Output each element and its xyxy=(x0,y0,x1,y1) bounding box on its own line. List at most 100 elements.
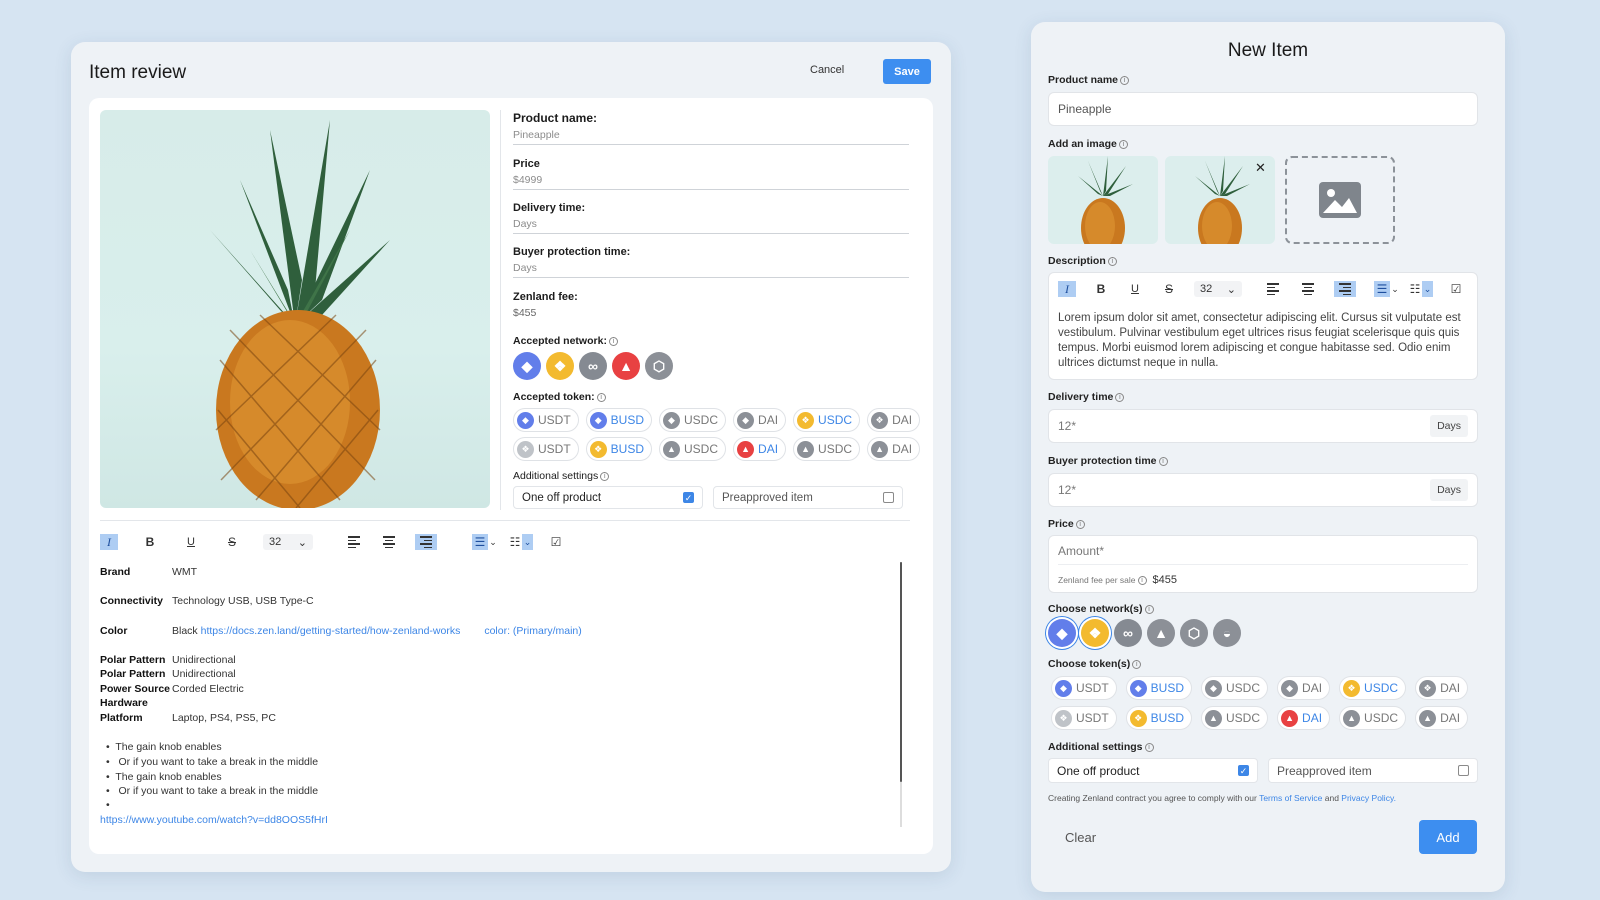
token-chip-usdc[interactable]: ◆ USDC xyxy=(659,408,727,432)
delivery-time-value: Days xyxy=(513,218,909,234)
ordered-list-icon[interactable]: ☰ xyxy=(1374,281,1390,297)
token-chip-dai[interactable]: ▲ DAI xyxy=(733,437,787,461)
token-chip-busd[interactable]: ❖ BUSD xyxy=(1125,706,1193,730)
token-chip-usdc[interactable]: ❖ USDC xyxy=(1339,676,1407,700)
token-chip-usdc[interactable]: ▲ USDC xyxy=(1201,706,1269,730)
info-icon: i xyxy=(1132,660,1142,669)
chevron-down-icon[interactable]: ⌄ xyxy=(488,534,498,550)
token-chip-usdc[interactable]: ▲ USDC xyxy=(1339,706,1407,730)
editor-toolbar: I B U S 32 ⌄ ☰ ⌄ ☷ ⌄ ☑ xyxy=(1058,281,1465,297)
avalanche-icon[interactable]: ▲ xyxy=(1147,619,1175,647)
token-chip-busd[interactable]: ❖ BUSD xyxy=(585,437,653,461)
checkbox-checked[interactable]: ✓ xyxy=(1238,765,1249,776)
token-chip-usdc[interactable]: ▲ USDC xyxy=(793,437,861,461)
token-chip-usdc[interactable]: ◆ USDC xyxy=(1201,676,1269,700)
terms-of-service-link[interactable]: Terms of Service xyxy=(1259,793,1322,803)
add-image-dropzone[interactable] xyxy=(1285,156,1395,244)
token-chip-usdt[interactable]: ❖ USDT xyxy=(1051,706,1117,730)
token-chip-usdt[interactable]: ◆ USDT xyxy=(1051,676,1117,700)
token-chip-usdc[interactable]: ❖ USDC xyxy=(793,408,861,432)
image-thumbnail[interactable] xyxy=(1048,156,1158,244)
scrollbar-thumb[interactable] xyxy=(900,562,902,782)
polygon-icon[interactable]: ∞ xyxy=(579,352,607,380)
buyer-protection-input[interactable]: 12* Days xyxy=(1048,473,1478,507)
token-label: USDC xyxy=(684,413,719,427)
bnb-icon: ❖ xyxy=(517,440,534,458)
save-button[interactable]: Save xyxy=(883,59,931,84)
checkbox-unchecked[interactable] xyxy=(883,492,894,503)
preapproved-item-option[interactable]: Preapproved item xyxy=(1268,758,1478,783)
token-chip-dai[interactable]: ▲ DAI xyxy=(1277,706,1331,730)
token-chip-dai[interactable]: ◆ DAI xyxy=(1277,676,1331,700)
close-icon[interactable]: ✕ xyxy=(1255,160,1266,176)
delivery-time-input[interactable]: 12* Days xyxy=(1048,409,1478,443)
font-size-select[interactable]: 32 ⌄ xyxy=(1194,281,1242,297)
docs-link[interactable]: https://docs.zen.land/getting-started/ho… xyxy=(201,625,461,637)
checklist-icon[interactable]: ☑ xyxy=(1447,281,1465,297)
checkbox-checked[interactable]: ✓ xyxy=(683,492,694,503)
color-note-link[interactable]: color: (Primary/main) xyxy=(484,625,581,637)
align-right-icon[interactable] xyxy=(1334,281,1356,297)
chevron-down-icon[interactable]: ⌄ xyxy=(522,534,533,550)
delivery-time-label: Delivery time: xyxy=(513,202,586,214)
checklist-icon[interactable]: ☑ xyxy=(547,534,565,550)
delivery-time-field: Delivery time: Days xyxy=(513,202,909,234)
token-chip-dai[interactable]: ▲ DAI xyxy=(867,437,921,461)
product-name-input[interactable]: Pineapple xyxy=(1048,92,1478,126)
underline-button[interactable]: U xyxy=(1126,281,1144,297)
wallet-icon[interactable]: ◒ xyxy=(1213,619,1241,647)
token-chip-busd[interactable]: ◆ BUSD xyxy=(585,408,653,432)
token-chip-usdc[interactable]: ▲ USDC xyxy=(659,437,727,461)
token-chip-dai[interactable]: ❖ DAI xyxy=(1415,676,1469,700)
token-chip-usdt[interactable]: ❖ USDT xyxy=(513,437,579,461)
bnb-icon[interactable]: ❖ xyxy=(1081,619,1109,647)
add-button[interactable]: Add xyxy=(1419,820,1477,854)
bullet-list-icon[interactable]: ☷ xyxy=(1408,281,1422,297)
fee-label: Zenland fee per sale xyxy=(1058,575,1136,585)
ordered-list-icon[interactable]: ☰ xyxy=(472,534,488,550)
chevron-down-icon[interactable]: ⌄ xyxy=(1422,281,1433,297)
fantom-icon[interactable]: ⬡ xyxy=(1180,619,1208,647)
polygon-icon[interactable]: ∞ xyxy=(1114,619,1142,647)
token-label: BUSD xyxy=(610,413,645,427)
token-chip-dai[interactable]: ❖ DAI xyxy=(867,408,921,432)
chevron-down-icon[interactable]: ⌄ xyxy=(1390,281,1400,297)
checkbox-unchecked[interactable] xyxy=(1458,765,1469,776)
clear-button[interactable]: Clear xyxy=(1065,830,1096,845)
token-chip-dai[interactable]: ▲ DAI xyxy=(1415,706,1469,730)
strikethrough-button[interactable]: S xyxy=(223,534,241,550)
preapproved-item-option[interactable]: Preapproved item xyxy=(713,486,903,509)
align-left-icon[interactable] xyxy=(345,534,363,550)
description-text: Lorem ipsum dolor sit amet, consectetur … xyxy=(1058,312,1461,369)
bnb-icon[interactable]: ❖ xyxy=(546,352,574,380)
token-label: USDC xyxy=(1226,711,1261,725)
token-chip-usdt[interactable]: ◆ USDT xyxy=(513,408,579,432)
align-center-icon[interactable] xyxy=(1299,281,1317,297)
privacy-policy-link[interactable]: Privacy Policy. xyxy=(1341,793,1396,803)
ethereum-icon[interactable]: ◆ xyxy=(513,352,541,380)
youtube-link[interactable]: https://www.youtube.com/watch?v=dd8OOS5f… xyxy=(100,814,328,826)
underline-button[interactable]: U xyxy=(182,534,200,550)
bullet-list-icon[interactable]: ☷ xyxy=(508,534,522,550)
token-chip-busd[interactable]: ◆ BUSD xyxy=(1125,676,1193,700)
token-chip-dai[interactable]: ◆ DAI xyxy=(733,408,787,432)
bold-button[interactable]: B xyxy=(141,534,159,550)
cancel-button[interactable]: Cancel xyxy=(810,64,844,76)
italic-button[interactable]: I xyxy=(1058,281,1076,297)
fantom-icon[interactable]: ⬡ xyxy=(645,352,673,380)
bold-button[interactable]: B xyxy=(1092,281,1110,297)
price-input-group[interactable]: Amount* Zenland fee per sale i $455 xyxy=(1048,535,1478,593)
italic-button[interactable]: I xyxy=(100,534,118,550)
strikethrough-button[interactable]: S xyxy=(1160,281,1178,297)
align-right-icon[interactable] xyxy=(415,534,437,550)
avalanche-icon[interactable]: ▲ xyxy=(612,352,640,380)
font-size-select[interactable]: 32 ⌄ xyxy=(263,534,313,550)
description-editor[interactable]: I B U S 32 ⌄ ☰ ⌄ ☷ ⌄ ☑ Lorem ipsum dolor … xyxy=(1048,272,1478,380)
token-label: BUSD xyxy=(610,442,645,456)
one-off-product-option[interactable]: One off product ✓ xyxy=(513,486,703,509)
one-off-product-option[interactable]: One off product ✓ xyxy=(1048,758,1258,783)
spec-power-source: Power Source Corded Electric xyxy=(100,683,244,695)
ethereum-icon[interactable]: ◆ xyxy=(1048,619,1076,647)
align-left-icon[interactable] xyxy=(1264,281,1282,297)
align-center-icon[interactable] xyxy=(380,534,398,550)
